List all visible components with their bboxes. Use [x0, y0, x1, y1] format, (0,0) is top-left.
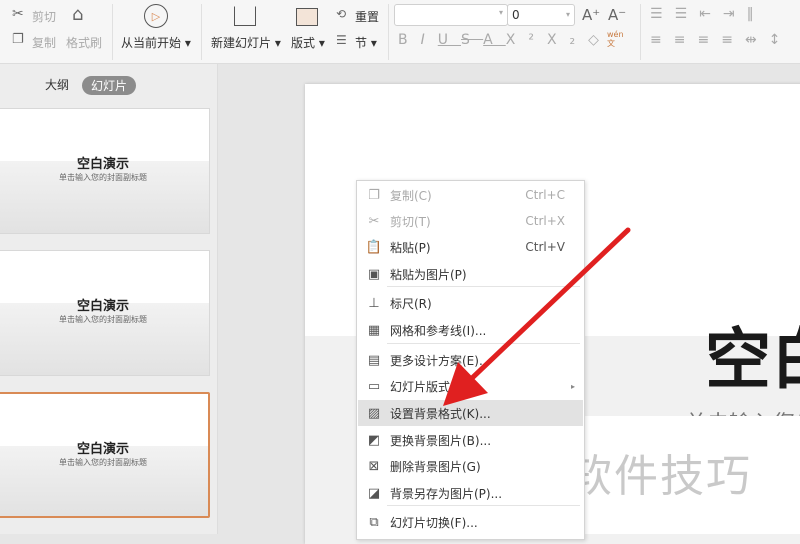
- arrow-shaft: [467, 227, 631, 383]
- annotation-arrow: [443, 227, 631, 406]
